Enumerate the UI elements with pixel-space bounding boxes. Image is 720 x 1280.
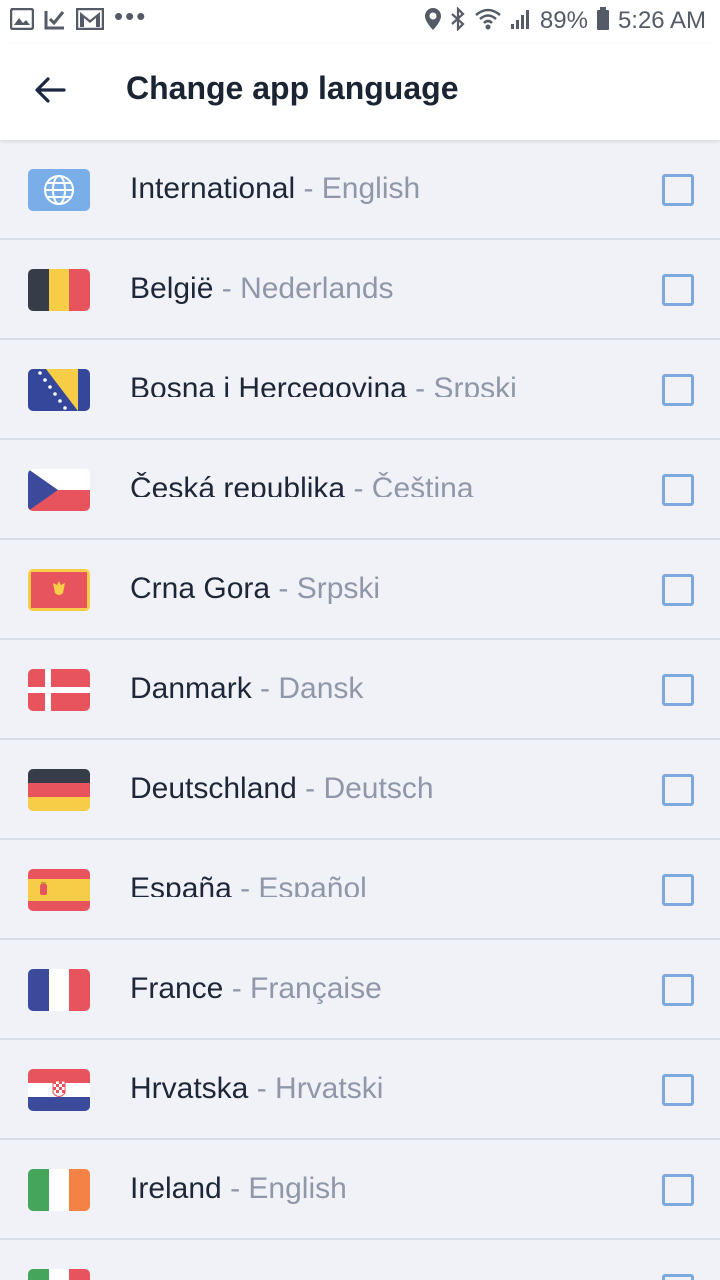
language-checkbox[interactable] bbox=[662, 574, 694, 606]
language-separator: - bbox=[296, 772, 324, 805]
language-label: España - Español bbox=[130, 871, 367, 897]
language-row-france[interactable]: France - Française bbox=[0, 940, 720, 1040]
montenegro-flag-icon bbox=[28, 569, 90, 611]
ireland-flag-icon bbox=[28, 1169, 90, 1211]
language-separator: - bbox=[231, 872, 259, 897]
language-checkbox[interactable] bbox=[662, 274, 694, 306]
language-separator: - bbox=[345, 472, 372, 497]
language-separator: - bbox=[213, 272, 241, 305]
language-name: Nederlands bbox=[240, 272, 394, 305]
language-row-ceska[interactable]: Česká republika - Čeština bbox=[0, 440, 720, 540]
language-name: Deutsch bbox=[323, 772, 434, 805]
belgium-flag-icon bbox=[28, 269, 90, 311]
country-name: Hrvatska bbox=[130, 1072, 249, 1105]
france-flag-icon bbox=[28, 969, 90, 1011]
signal-icon bbox=[510, 8, 532, 35]
language-checkbox[interactable] bbox=[662, 1274, 694, 1280]
status-bar-left: ••• bbox=[9, 1, 148, 36]
language-row-italia[interactable] bbox=[0, 1240, 720, 1280]
language-checkbox[interactable] bbox=[662, 174, 694, 206]
language-label: Ireland - English bbox=[130, 1171, 347, 1207]
language-name: Español bbox=[258, 872, 367, 897]
country-name: Ireland bbox=[130, 1172, 222, 1205]
gmail-icon bbox=[75, 7, 105, 35]
bluetooth-icon bbox=[450, 5, 466, 36]
language-checkbox[interactable] bbox=[662, 774, 694, 806]
germany-flag-icon bbox=[28, 769, 90, 811]
language-label: International - English bbox=[130, 171, 420, 207]
language-name: English bbox=[248, 1172, 347, 1205]
language-checkbox[interactable] bbox=[662, 674, 694, 706]
language-separator: - bbox=[251, 672, 279, 705]
page-title: Change app language bbox=[126, 70, 459, 106]
battery-icon bbox=[596, 6, 610, 36]
czech-flag-icon bbox=[28, 469, 90, 511]
country-name: Danmark bbox=[130, 672, 252, 705]
language-separator: - bbox=[221, 1172, 249, 1205]
denmark-flag-icon bbox=[28, 669, 90, 711]
language-list: International - English België - Nederla… bbox=[0, 140, 720, 1280]
globe-flag-icon bbox=[28, 169, 90, 211]
language-row-deutschland[interactable]: Deutschland - Deutsch bbox=[0, 740, 720, 840]
language-separator: - bbox=[406, 372, 434, 397]
country-name: België bbox=[130, 272, 214, 305]
gallery-icon bbox=[9, 7, 35, 35]
wifi-icon bbox=[474, 7, 502, 36]
status-bar: ••• 89% 5:26 AM bbox=[0, 0, 720, 44]
language-name: Srpski bbox=[433, 372, 517, 397]
language-name: Srpski bbox=[296, 572, 381, 605]
language-label: Hrvatska - Hrvatski bbox=[130, 1071, 383, 1107]
language-name: Française bbox=[250, 972, 382, 1005]
language-name: Hrvatski bbox=[275, 1072, 384, 1105]
language-checkbox[interactable] bbox=[662, 474, 694, 506]
language-separator: - bbox=[295, 172, 322, 205]
download-check-icon bbox=[44, 8, 66, 35]
italy-flag-icon bbox=[28, 1269, 90, 1280]
language-separator: - bbox=[248, 1072, 276, 1105]
language-name: Dansk bbox=[278, 672, 364, 705]
language-label: Česká republika - Čeština bbox=[130, 471, 474, 497]
country-name: Bosna i Hercegovina bbox=[130, 372, 407, 397]
location-icon bbox=[424, 7, 442, 36]
language-row-belgie[interactable]: België - Nederlands bbox=[0, 240, 720, 340]
language-name: Čeština bbox=[371, 472, 474, 497]
language-row-bosna[interactable]: Bosna i Hercegovina - Srpski bbox=[0, 340, 720, 440]
language-checkbox[interactable] bbox=[662, 374, 694, 406]
language-checkbox[interactable] bbox=[662, 1174, 694, 1206]
app-bar: Change app language bbox=[0, 44, 720, 140]
language-label: Bosna i Hercegovina - Srpski bbox=[130, 371, 517, 397]
country-name: España bbox=[130, 872, 232, 897]
country-name: France bbox=[130, 972, 224, 1005]
arrow-left-icon bbox=[34, 76, 66, 109]
language-row-crna-gora[interactable]: Crna Gora - Srpski bbox=[0, 540, 720, 640]
country-name: Crna Gora bbox=[130, 572, 271, 605]
more-dots-icon: ••• bbox=[114, 1, 148, 31]
country-name: International bbox=[130, 172, 296, 205]
language-name: English bbox=[321, 172, 421, 205]
spain-flag-icon bbox=[28, 869, 90, 911]
language-row-ireland[interactable]: Ireland - English bbox=[0, 1140, 720, 1240]
language-label: België - Nederlands bbox=[130, 271, 394, 307]
back-button[interactable] bbox=[22, 64, 78, 120]
language-checkbox[interactable] bbox=[662, 874, 694, 906]
language-checkbox[interactable] bbox=[662, 974, 694, 1006]
language-label: Deutschland - Deutsch bbox=[130, 771, 434, 807]
clock: 5:26 AM bbox=[617, 7, 706, 34]
language-label: Danmark - Dansk bbox=[130, 671, 363, 707]
language-separator: - bbox=[270, 572, 297, 605]
status-bar-right: 89% 5:26 AM bbox=[424, 5, 706, 36]
language-label: France - Française bbox=[130, 971, 382, 1007]
language-label: Crna Gora - Srpski bbox=[130, 571, 380, 607]
country-name: Deutschland bbox=[130, 772, 297, 805]
language-row-espana[interactable]: España - Español bbox=[0, 840, 720, 940]
battery-percent: 89% bbox=[539, 7, 588, 34]
country-name: Česká republika bbox=[130, 472, 346, 497]
croatia-flag-icon bbox=[28, 1069, 90, 1111]
language-row-international[interactable]: International - English bbox=[0, 140, 720, 240]
language-row-danmark[interactable]: Danmark - Dansk bbox=[0, 640, 720, 740]
language-separator: - bbox=[223, 972, 251, 1005]
language-row-hrvatska[interactable]: Hrvatska - Hrvatski bbox=[0, 1040, 720, 1140]
language-checkbox[interactable] bbox=[662, 1074, 694, 1106]
bosnia-flag-icon bbox=[28, 369, 90, 411]
